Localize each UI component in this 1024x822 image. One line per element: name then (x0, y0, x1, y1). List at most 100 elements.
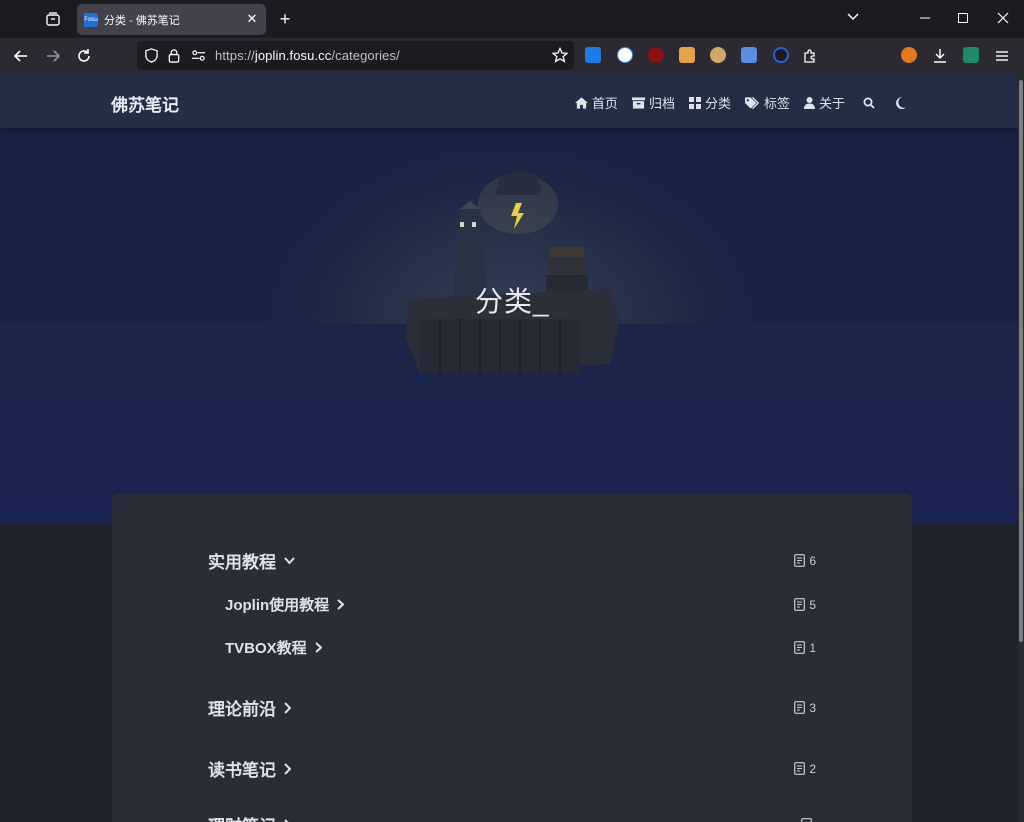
document-icon (794, 762, 806, 775)
category-row[interactable]: 实用教程 6 (208, 548, 816, 573)
menu-label-archive: 归档 (648, 96, 675, 111)
menu-item-archive[interactable]: 归档 (631, 93, 675, 112)
page-scrollbar[interactable] (1018, 74, 1024, 822)
arrow-left-icon (13, 50, 27, 62)
joplin-extension-icon[interactable] (585, 47, 601, 63)
url-text[interactable]: https://joplin.fosu.cc/categories/ (215, 48, 400, 63)
home-icon (574, 96, 588, 109)
category-link[interactable]: 读书笔记 (208, 756, 291, 781)
close-icon (997, 12, 1009, 24)
firefox-view-button[interactable] (40, 6, 66, 32)
category-name: 理论前沿 (208, 700, 276, 719)
category-name: Joplin使用教程 (225, 597, 330, 614)
tab-close-icon[interactable]: ✕ (245, 12, 259, 26)
category-name: 理财笔记 (208, 812, 276, 822)
new-tab-button[interactable]: + (275, 8, 295, 30)
category-row[interactable]: 理财笔记 (208, 812, 816, 822)
chevron-right-icon[interactable] (284, 818, 291, 822)
downloads-button[interactable] (927, 43, 953, 69)
scrollbar-thumb[interactable] (1019, 80, 1023, 642)
search-icon (863, 97, 875, 109)
chevron-right-icon[interactable] (337, 599, 345, 610)
hero-banner: 分类_ (0, 74, 1018, 523)
bookmark-star-icon[interactable] (552, 47, 568, 63)
maximize-button[interactable] (948, 8, 978, 30)
site-favicon-icon: Fosu (84, 12, 98, 27)
menu-item-categories[interactable]: 分类 (688, 93, 731, 112)
hero-title: 分类_ (475, 286, 550, 317)
shield-icon[interactable] (144, 48, 159, 63)
app-menu-button[interactable] (989, 43, 1015, 69)
window-close-button[interactable] (988, 8, 1018, 30)
menu-item-tags[interactable]: 标签 (744, 93, 790, 112)
site-header: 佛苏笔记 首页 归档 分类 标签 关于 (0, 74, 1018, 128)
browser-toolbar: https://joplin.fosu.cc/categories/ (0, 38, 1024, 74)
arrow-right-icon (47, 50, 61, 62)
permissions-icon[interactable] (191, 49, 206, 62)
category-count: 3 (794, 701, 816, 715)
category-link[interactable]: 理论前沿 (208, 695, 291, 720)
circle-extension-icon[interactable] (617, 47, 633, 63)
menu-item-home[interactable]: 首页 (574, 93, 618, 112)
category-row[interactable]: 理论前沿 3 (208, 695, 816, 720)
category-row[interactable]: 读书笔记 2 (208, 756, 816, 781)
subcategory-row[interactable]: Joplin使用教程 5 (225, 594, 816, 615)
menu-label-about: 关于 (818, 96, 845, 111)
chevron-down-icon[interactable] (284, 556, 295, 565)
grid-icon (688, 96, 701, 109)
minimize-button[interactable] (910, 8, 940, 30)
menu-label-home: 首页 (591, 96, 618, 111)
document-icon (794, 641, 806, 654)
subcategory-row[interactable]: TVBOX教程 1 (225, 637, 816, 658)
chevron-right-icon[interactable] (284, 762, 291, 775)
face-extension-icon[interactable] (710, 47, 726, 63)
firefox-view-icon (46, 12, 60, 26)
dark-mode-toggle[interactable] (895, 96, 906, 109)
lock-icon[interactable] (167, 48, 181, 63)
active-tab[interactable]: Fosu 分类 - 佛苏笔记 ✕ (77, 4, 266, 35)
reload-button[interactable] (71, 43, 97, 69)
translate-extension-icon[interactable] (741, 47, 757, 63)
categories-card: 实用教程 6 Joplin使用教程 5 TVBOX教程 1 理论前沿 3 读书笔… (112, 494, 912, 822)
category-count-value: 2 (809, 761, 816, 776)
category-link[interactable]: TVBOX教程 (225, 637, 322, 658)
menu-item-about[interactable]: 关于 (803, 93, 845, 112)
category-link[interactable]: Joplin使用教程 (225, 594, 345, 615)
chevron-down-icon (847, 13, 859, 21)
chevron-right-icon[interactable] (284, 701, 291, 714)
list-all-tabs-button[interactable] (838, 8, 868, 30)
url-scheme: https:// (215, 48, 255, 63)
user-icon (803, 96, 815, 109)
site-brand[interactable]: 佛苏笔记 (111, 91, 179, 116)
minimize-icon (920, 17, 930, 19)
menu-label-categories: 分类 (704, 96, 731, 111)
ublock-extension-icon[interactable] (648, 47, 664, 63)
extensions-button[interactable] (797, 43, 823, 69)
search-button[interactable] (863, 97, 875, 109)
category-name: TVBOX教程 (225, 640, 307, 657)
moon-icon (896, 96, 906, 109)
document-icon (794, 554, 806, 567)
category-count-value: 5 (809, 597, 816, 612)
archive-icon (631, 96, 645, 109)
category-link[interactable]: 实用教程 (208, 548, 295, 573)
picture-extension-icon[interactable] (679, 47, 695, 63)
category-name: 读书笔记 (208, 761, 276, 780)
category-link[interactable]: 理财笔记 (208, 812, 291, 822)
hamburger-menu-icon (996, 51, 1008, 61)
category-count: 5 (794, 598, 816, 612)
ring-extension-icon[interactable] (773, 47, 789, 63)
category-count: 2 (794, 762, 816, 776)
back-button[interactable] (8, 43, 34, 69)
document-icon (794, 598, 806, 611)
s-extension-icon[interactable] (963, 47, 979, 63)
tags-icon (744, 96, 760, 109)
forward-button[interactable] (40, 43, 66, 69)
chevron-right-icon[interactable] (315, 642, 322, 653)
document-icon (801, 818, 812, 822)
profile-extension-icon[interactable] (901, 47, 917, 63)
menu-label-tags: 标签 (763, 96, 790, 111)
url-domain: joplin.fosu.cc (254, 48, 332, 63)
url-bar[interactable]: https://joplin.fosu.cc/categories/ (137, 41, 574, 70)
reload-icon (78, 49, 90, 62)
